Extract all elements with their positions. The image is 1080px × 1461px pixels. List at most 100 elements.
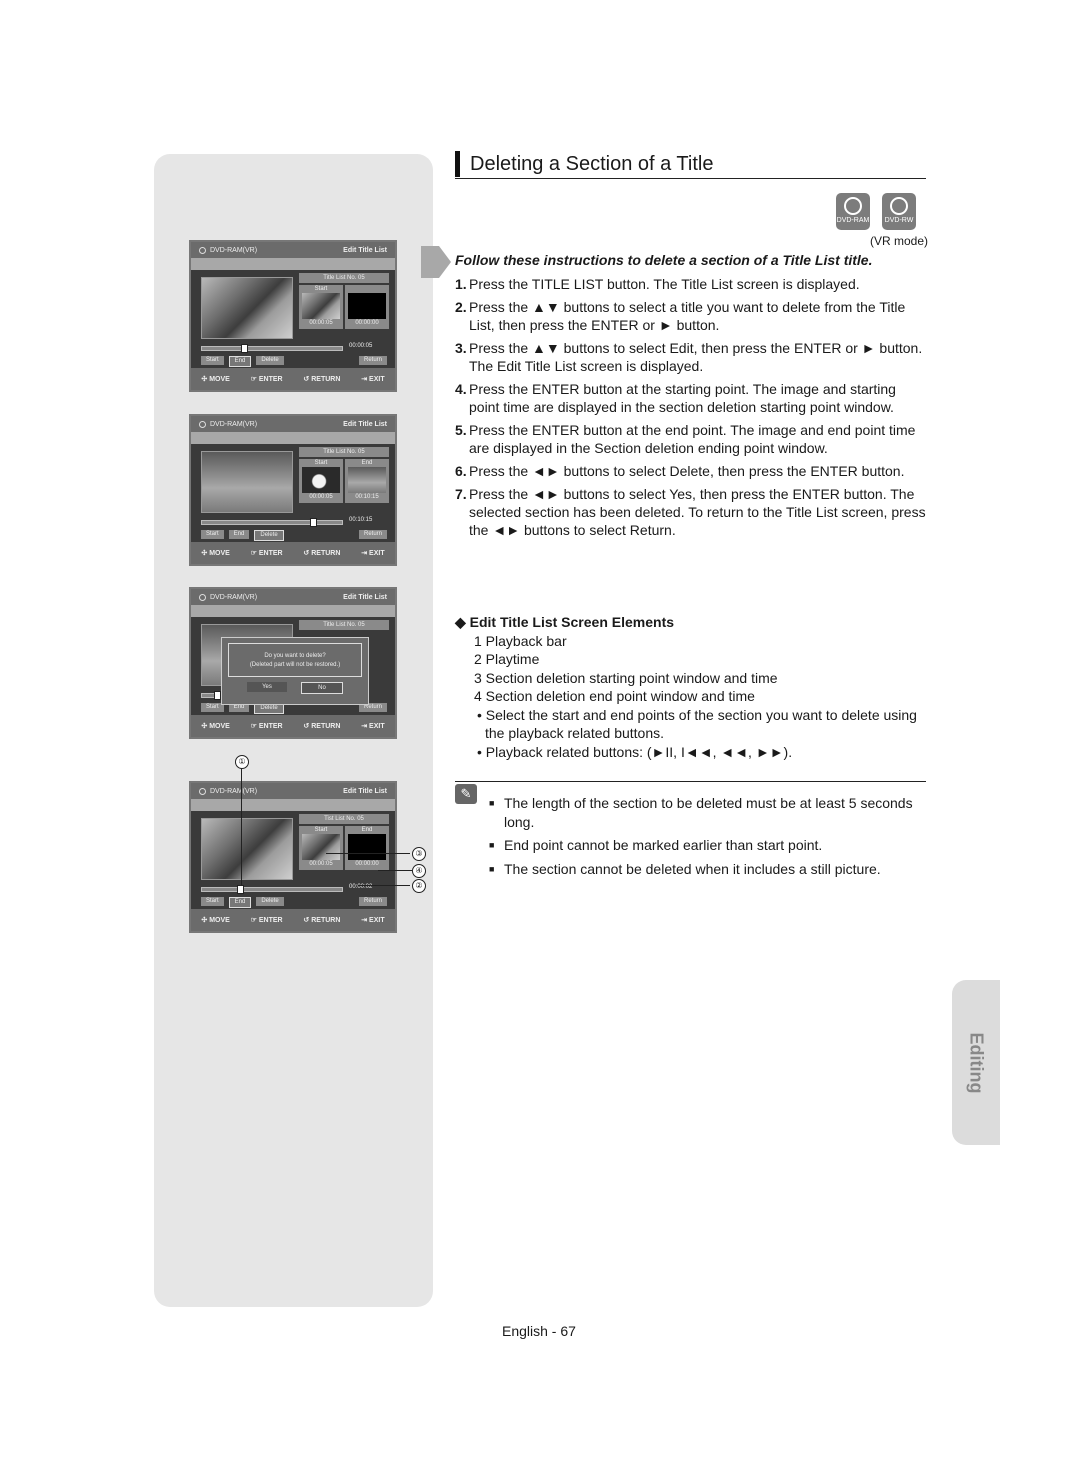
edit-title-list-screen: DVD-RAM(VR) Edit Title List Tist List No. … <box>189 781 397 933</box>
enter-icon: ☞ <box>250 376 257 383</box>
disc-icon <box>199 420 206 428</box>
bullet-square-icon: ■ <box>489 863 495 874</box>
section-panel: Title List No. 05 Start 00:00:05 End 00:10:1… <box>299 447 389 503</box>
return-icon: ↺ <box>303 723 310 730</box>
footer-enter: ☞ ENTER <box>250 917 283 924</box>
screen-footer: ✣ MOVE ☞ ENTER ↺ RETURN ⇥ EXIT <box>191 909 395 931</box>
callout-leader-line <box>241 768 242 886</box>
enter-icon: ☞ <box>250 917 257 924</box>
footer-exit: ⇥ EXIT <box>361 376 385 383</box>
bullet-square-icon: ■ <box>489 798 495 808</box>
playback-knob[interactable] <box>237 885 245 894</box>
edit-title-list-screen: DVD-RAM(VR) Edit Title List Title List No.… <box>189 587 397 739</box>
footer-move: ✣ MOVE <box>201 917 230 924</box>
end-thumbnail <box>348 293 386 319</box>
start-thumbnail <box>302 467 340 493</box>
section-tab-editing: Editing <box>952 980 1000 1145</box>
step: 7. Press the ◄► buttons to select Yes, th… <box>455 486 926 538</box>
playback-bar[interactable] <box>201 885 343 894</box>
screen-header: DVD-RAM(VR) Edit Title List <box>191 783 395 799</box>
screen-return-button[interactable]: Return <box>358 356 387 365</box>
start-thumbnail <box>302 834 340 860</box>
end-point-window: End 00:10:15 <box>345 459 389 503</box>
edit-title-list-screen: DVD-RAM(VR) Edit Title List Title List No.… <box>189 414 397 566</box>
exit-icon: ⇥ <box>361 376 368 383</box>
move-icon: ✣ <box>201 376 208 383</box>
title-rule <box>455 178 926 179</box>
exit-icon: ⇥ <box>361 917 368 924</box>
callout-2: ② <box>412 879 426 893</box>
arrow-pointer-icon <box>421 246 451 278</box>
screen-end-button[interactable]: End <box>228 356 252 367</box>
disc-icon <box>199 787 206 795</box>
playback-knob[interactable] <box>241 344 249 353</box>
delete-confirm-dialog: Do you want to delete? (Deleted part will… <box>221 637 369 705</box>
element-item: 4 Section deletion end point window and … <box>474 688 755 704</box>
callout-1: ① <box>235 755 249 769</box>
screen-button-row: Start End Delete Return <box>201 356 387 367</box>
screen-delete-button[interactable]: Delete <box>256 356 284 365</box>
element-item: 1 Playback bar <box>474 632 567 649</box>
note-item: ■ The section cannot be deleted when it i… <box>489 860 881 877</box>
footer-enter: ☞ ENTER <box>250 550 283 557</box>
screen-return-button[interactable]: Return <box>358 897 387 906</box>
screen-end-button[interactable]: End <box>228 530 250 539</box>
footer-return: ↺ RETURN <box>303 917 341 924</box>
yes-button[interactable]: Yes <box>247 682 287 692</box>
edit-title-list-screen: DVD-RAM(VR) Edit Title List Title List No.… <box>189 240 397 392</box>
screen-strip <box>191 258 395 270</box>
move-icon: ✣ <box>201 550 208 557</box>
screen-delete-button[interactable]: Delete <box>256 897 284 906</box>
footer-move: ✣ MOVE <box>201 550 230 557</box>
screen-body: Tist List No. 05 Start 00:00:05 End 00:00:00… <box>191 811 395 909</box>
screen-header: DVD-RAM(VR) Edit Title List <box>191 589 395 605</box>
dvd-ram-disc-icon: DVD-RAM <box>836 193 870 230</box>
screen-delete-button[interactable]: Delete <box>254 530 284 541</box>
footer-exit: ⇥ EXIT <box>361 917 385 924</box>
return-icon: ↺ <box>303 917 310 924</box>
screen-elements-section: ◆ Edit Title List Screen Elements 1 Play… <box>455 613 927 761</box>
screen-start-button[interactable]: Start <box>201 897 224 906</box>
mode-note: (VR mode) <box>869 234 928 248</box>
start-point-window: Start 00:00:05 <box>299 826 343 870</box>
note-item: ■ The length of the section to be deleted… <box>489 795 913 830</box>
screen-strip <box>191 799 395 811</box>
preview-image <box>201 277 293 339</box>
move-icon: ✣ <box>201 723 208 730</box>
playback-knob[interactable] <box>310 518 318 527</box>
screen-button-row: Start End Delete Return <box>201 530 387 541</box>
screen-start-button[interactable]: Start <box>201 356 224 365</box>
callout-leader-line <box>326 853 410 854</box>
step: 1. Press the TITLE LIST button. The Title… <box>455 276 860 292</box>
step: 3. Press the ▲▼ buttons to select Edit, t… <box>455 340 923 374</box>
step: 5. Press the ENTER button at the end poin… <box>455 422 916 456</box>
end-thumbnail <box>348 467 386 493</box>
element-item: 3 Section deletion starting point window… <box>474 669 778 686</box>
step: 4. Press the ENTER button at the starting… <box>455 381 896 415</box>
disc-icon <box>199 246 206 254</box>
playback-bar[interactable] <box>201 518 343 527</box>
footer-return: ↺ RETURN <box>303 723 341 730</box>
exit-icon: ⇥ <box>361 723 368 730</box>
playback-knob[interactable] <box>213 691 221 700</box>
note-rule <box>455 781 926 782</box>
screen-return-button[interactable]: Return <box>358 530 387 539</box>
screen-start-button[interactable]: Start <box>201 530 224 539</box>
start-point-window: Start 00:00:05 <box>299 285 343 329</box>
no-button[interactable]: No <box>301 682 343 694</box>
elements-heading: ◆ Edit Title List Screen Elements <box>455 614 675 630</box>
step: 6. Press the ◄► buttons to select Delete,… <box>455 463 905 479</box>
screen-footer: ✣ MOVE ☞ ENTER ↺ RETURN ⇥ EXIT <box>191 368 395 390</box>
playback-bar[interactable] <box>201 344 343 353</box>
screen-header: DVD-RAM(VR) Edit Title List <box>191 242 395 258</box>
pencil-note-icon: ✎ <box>455 784 477 804</box>
exit-icon: ⇥ <box>361 550 368 557</box>
footer-return: ↺ RETURN <box>303 376 341 383</box>
screen-end-button[interactable]: End <box>228 897 252 908</box>
footer-exit: ⇥ EXIT <box>361 723 385 730</box>
start-thumbnail <box>302 293 340 319</box>
return-icon: ↺ <box>303 550 310 557</box>
disc-icon <box>199 593 206 601</box>
footer-exit: ⇥ EXIT <box>361 550 385 557</box>
screen-header: DVD-RAM(VR) Edit Title List <box>191 416 395 432</box>
